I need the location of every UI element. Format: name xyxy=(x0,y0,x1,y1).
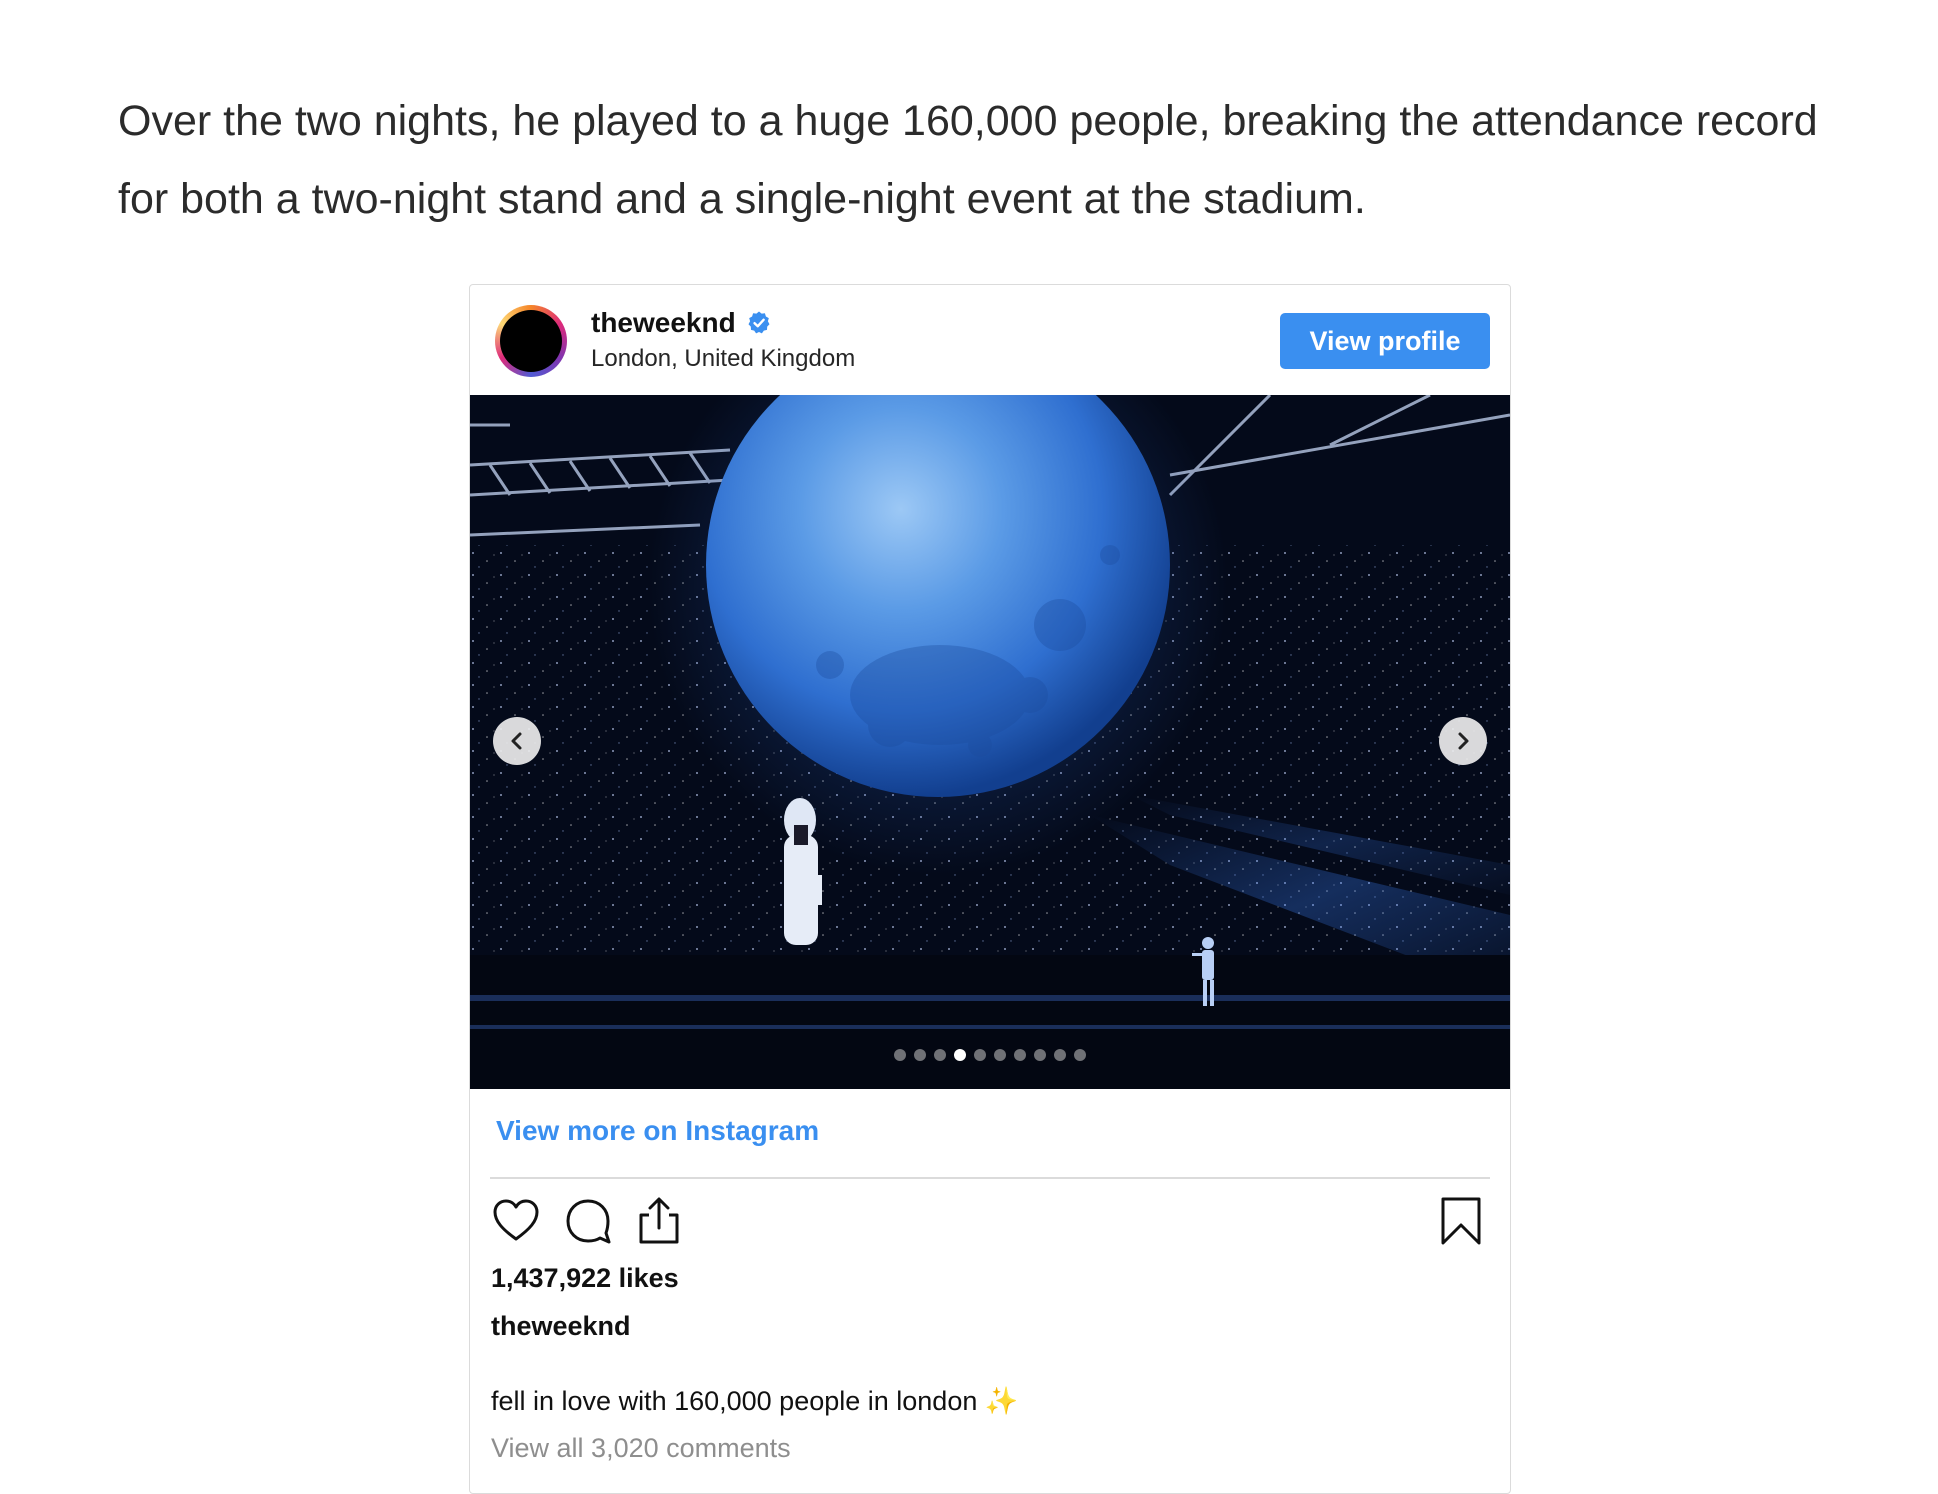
carousel-prev-button[interactable] xyxy=(493,717,541,765)
carousel-dot xyxy=(1034,1049,1046,1061)
carousel-indicator xyxy=(470,1049,1510,1061)
view-comments-link[interactable]: View all 3,020 comments xyxy=(491,1433,791,1464)
comment-bubble-icon[interactable] xyxy=(562,1195,614,1247)
carousel-dot xyxy=(994,1049,1006,1061)
sparkles-emoji: ✨ xyxy=(984,1386,1019,1416)
carousel-dot xyxy=(974,1049,986,1061)
caption-text: fell in love with 160,000 people in lond… xyxy=(491,1386,978,1416)
embed-header: theweeknd London, United Kingdom View pr… xyxy=(470,285,1510,395)
caption: fell in love with 160,000 people in lond… xyxy=(491,1385,1019,1417)
carousel-next-button[interactable] xyxy=(1439,717,1487,765)
profile-username[interactable]: theweeknd xyxy=(591,307,736,339)
post-photo[interactable] xyxy=(470,395,1510,1089)
likes-count[interactable]: 1,437,922 likes xyxy=(491,1263,679,1294)
carousel-dot xyxy=(1014,1049,1026,1061)
share-icon[interactable] xyxy=(633,1195,685,1247)
carousel-dot xyxy=(914,1049,926,1061)
avatar-story-ring[interactable] xyxy=(495,305,567,377)
chevron-left-icon xyxy=(511,732,522,750)
post-location[interactable]: London, United Kingdom xyxy=(591,345,855,373)
action-bar xyxy=(490,1195,1490,1255)
carousel-dot xyxy=(894,1049,906,1061)
username-row: theweeknd xyxy=(591,307,772,339)
avatar[interactable] xyxy=(500,310,562,372)
instagram-embed: theweeknd London, United Kingdom View pr… xyxy=(469,284,1511,1494)
view-profile-button[interactable]: View profile xyxy=(1280,313,1490,369)
heart-icon[interactable] xyxy=(490,1195,542,1247)
verified-badge-icon xyxy=(746,310,772,336)
concert-moon-image xyxy=(470,395,1510,1089)
carousel-dot xyxy=(934,1049,946,1061)
divider xyxy=(490,1177,1490,1179)
carousel-dot xyxy=(1054,1049,1066,1061)
bookmark-icon[interactable] xyxy=(1435,1195,1487,1247)
caption-username[interactable]: theweeknd xyxy=(491,1311,631,1342)
chevron-right-icon xyxy=(1458,732,1469,750)
view-more-link[interactable]: View more on Instagram xyxy=(496,1115,819,1147)
article-paragraph: Over the two nights, he played to a huge… xyxy=(118,97,1818,223)
carousel-dot xyxy=(954,1049,966,1061)
carousel-dot xyxy=(1074,1049,1086,1061)
